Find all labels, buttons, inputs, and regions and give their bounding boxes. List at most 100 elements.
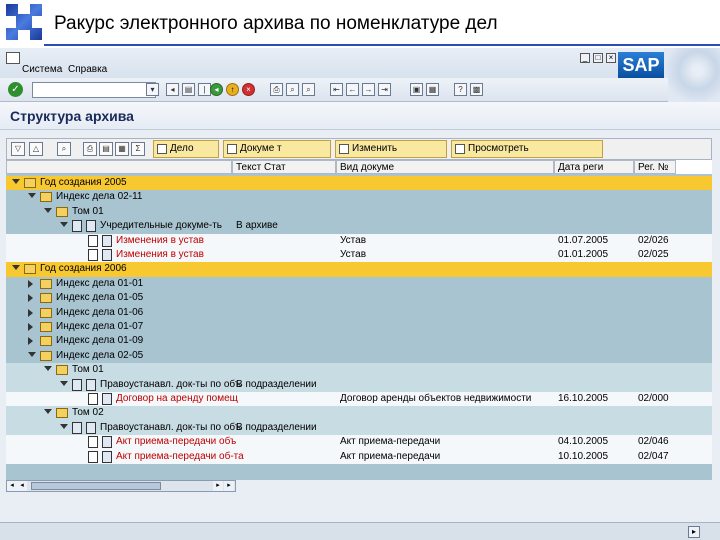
tree-row[interactable]: Год создания 2006 xyxy=(6,262,712,277)
status-bar-end-icon[interactable]: ▸ xyxy=(688,526,700,538)
back-icon[interactable]: ◂ xyxy=(210,83,223,96)
tree-row[interactable]: Индекс дела 01-06 xyxy=(6,305,712,320)
case-button[interactable]: Дело xyxy=(153,140,219,158)
shortcut-icon[interactable]: ▦ xyxy=(426,83,439,96)
find-next-icon[interactable]: ⌕ xyxy=(302,83,315,96)
print-icon[interactable]: ⎙ xyxy=(270,83,283,96)
tree-row[interactable]: Индекс дела 01-07 xyxy=(6,320,712,335)
collapse-node-icon[interactable] xyxy=(44,409,52,415)
scroll-left-icon[interactable]: ◂ xyxy=(7,481,17,491)
horizontal-scrollbar[interactable]: ◂ ◂ ▸ ▸ xyxy=(6,480,236,492)
first-page-icon[interactable]: ⇤ xyxy=(330,83,343,96)
collapse-node-icon[interactable] xyxy=(44,207,52,213)
tree-node-label: Том 01 xyxy=(72,364,104,376)
tree-row[interactable]: Правоустанавл. док-ты по объ В подразделе… xyxy=(6,420,712,436)
collapse-all-icon[interactable]: △ xyxy=(29,142,43,156)
new-session-icon[interactable]: ▣ xyxy=(410,83,423,96)
scroll-right-end-icon[interactable]: ▸ xyxy=(213,481,223,491)
minimize-icon[interactable]: _ xyxy=(580,53,590,63)
enter-icon[interactable]: ✓ xyxy=(8,82,23,97)
collapse-node-icon[interactable] xyxy=(28,193,36,199)
tree-node-label: Правоустанавл. док-ты по объ xyxy=(100,378,242,390)
last-page-icon[interactable]: ⇥ xyxy=(378,83,391,96)
cell-doc-type: Акт приема-передачи xyxy=(340,436,441,448)
cancel-icon[interactable]: × xyxy=(242,83,255,96)
expand-node-icon[interactable] xyxy=(28,279,33,288)
tree-node-label: Год создания 2005 xyxy=(40,177,127,188)
tree-node-label: Год создания 2006 xyxy=(40,263,127,275)
tree-row[interactable]: Индекс дела 02-11 xyxy=(6,190,712,205)
tree-row[interactable]: Индекс дела 02-05 xyxy=(6,348,712,364)
folder-icon xyxy=(56,408,68,419)
back-arrow-icon[interactable]: ◂ xyxy=(166,83,179,96)
maximize-icon[interactable]: □ xyxy=(593,53,603,63)
collapse-node-icon[interactable] xyxy=(60,222,68,228)
expand-node-icon[interactable] xyxy=(28,323,33,331)
tree-row[interactable]: Том 02 xyxy=(6,406,712,421)
tree-row[interactable]: Индекс дела 01-05 xyxy=(6,291,712,306)
print-tree-icon[interactable]: ⎙ xyxy=(83,142,97,156)
find-tree-icon[interactable]: ⌕ xyxy=(57,142,71,156)
menu-system[interactable]: Система xyxy=(22,64,62,75)
command-field[interactable] xyxy=(32,82,156,98)
layout-icon[interactable]: ▤ xyxy=(99,142,113,156)
col-header-node[interactable] xyxy=(6,160,232,174)
exit-icon[interactable]: ↑ xyxy=(226,83,239,96)
tree-row[interactable]: Учредительные докуме-ть В архиве xyxy=(6,219,712,234)
tree-row[interactable]: Изменения в устав Устав 01.07.2005 02/026 xyxy=(6,233,712,248)
collapse-node-icon[interactable] xyxy=(60,380,68,386)
tree-row[interactable]: Акт приема-передачи об-та Акт приема-пере… xyxy=(6,449,712,464)
document-button[interactable]: Докуме т xyxy=(223,140,331,158)
command-dropdown-icon[interactable]: ▾ xyxy=(146,83,159,96)
scroll-right-icon[interactable]: ▸ xyxy=(224,481,234,491)
menu-help[interactable]: Справка xyxy=(68,64,107,75)
cell-reg-date: 01.07.2005 xyxy=(558,234,609,246)
tree-row[interactable]: Акт приема-передачи объ Акт приема-переда… xyxy=(6,435,712,450)
menu-exit-icon[interactable] xyxy=(6,52,20,64)
collapse-node-icon[interactable] xyxy=(12,179,20,184)
expand-node-icon[interactable] xyxy=(28,308,33,317)
scroll-left-end-icon[interactable]: ◂ xyxy=(17,481,27,491)
edit-button[interactable]: Изменить xyxy=(335,140,447,158)
next-page-icon[interactable]: → xyxy=(362,83,375,96)
collapse-node-icon[interactable] xyxy=(44,366,52,372)
prev-page-icon[interactable]: ← xyxy=(346,83,359,96)
expand-node-icon[interactable] xyxy=(28,337,33,346)
cell-reg-num: 02/000 xyxy=(638,393,669,404)
case-button-label: Дело xyxy=(170,143,194,154)
sap-swirl-decoration xyxy=(664,48,720,104)
col-header-reg-date[interactable]: Дата реги xyxy=(554,160,634,174)
scroll-thumb[interactable] xyxy=(31,482,161,490)
screen-title: Структура архива xyxy=(10,108,134,124)
layout-menu-icon[interactable]: ▩ xyxy=(470,83,483,96)
col-header-reg-num[interactable]: Рег. № xyxy=(634,160,676,174)
document-icon xyxy=(72,378,82,391)
tree-row[interactable]: Изменения в устав Устав 01.01.2005 02/025 xyxy=(6,248,712,263)
tree-row[interactable]: Том 01 xyxy=(6,204,712,220)
save-icon[interactable]: ▤ xyxy=(182,83,195,96)
tree-row[interactable]: Правоустанавл. док-ты по объ В подразделе… xyxy=(6,377,712,392)
close-icon[interactable]: × xyxy=(606,53,616,63)
tree-row[interactable]: Год создания 2005 xyxy=(6,176,712,191)
tree-row[interactable]: Индекс дела 01-09 xyxy=(6,334,712,349)
tree-row[interactable]: Том 01 xyxy=(6,363,712,378)
col-header-doc-type[interactable]: Вид докуме xyxy=(336,160,554,174)
collapse-node-icon[interactable] xyxy=(60,423,68,429)
columns-icon[interactable]: ▦ xyxy=(115,142,129,156)
tree-row[interactable]: Индекс дела 01-01 xyxy=(6,276,712,292)
find-icon[interactable]: ⌕ xyxy=(286,83,299,96)
tree-toolbar: ▽ △ ⌕ ⎙ ▤ ▦ Σ Дело Докуме т Изменить Про… xyxy=(6,138,712,160)
tree-node-label: Изменения в устав xyxy=(116,234,204,246)
expand-all-icon[interactable]: ▽ xyxy=(11,142,25,156)
view-button[interactable]: Просмотреть xyxy=(451,140,603,158)
document-icon xyxy=(88,450,98,463)
status-bar: ▸ xyxy=(0,522,720,540)
tree-row[interactable]: Договор на аренду помещ Договор аренды об… xyxy=(6,392,712,407)
sum-icon[interactable]: Σ xyxy=(131,142,145,156)
expand-node-icon[interactable] xyxy=(28,294,33,303)
collapse-node-icon[interactable] xyxy=(12,265,20,271)
help-icon[interactable]: ? xyxy=(454,83,467,96)
document-type-icon xyxy=(102,436,112,449)
col-header-status[interactable]: Текст Стат xyxy=(232,160,336,174)
collapse-node-icon[interactable] xyxy=(28,351,36,357)
